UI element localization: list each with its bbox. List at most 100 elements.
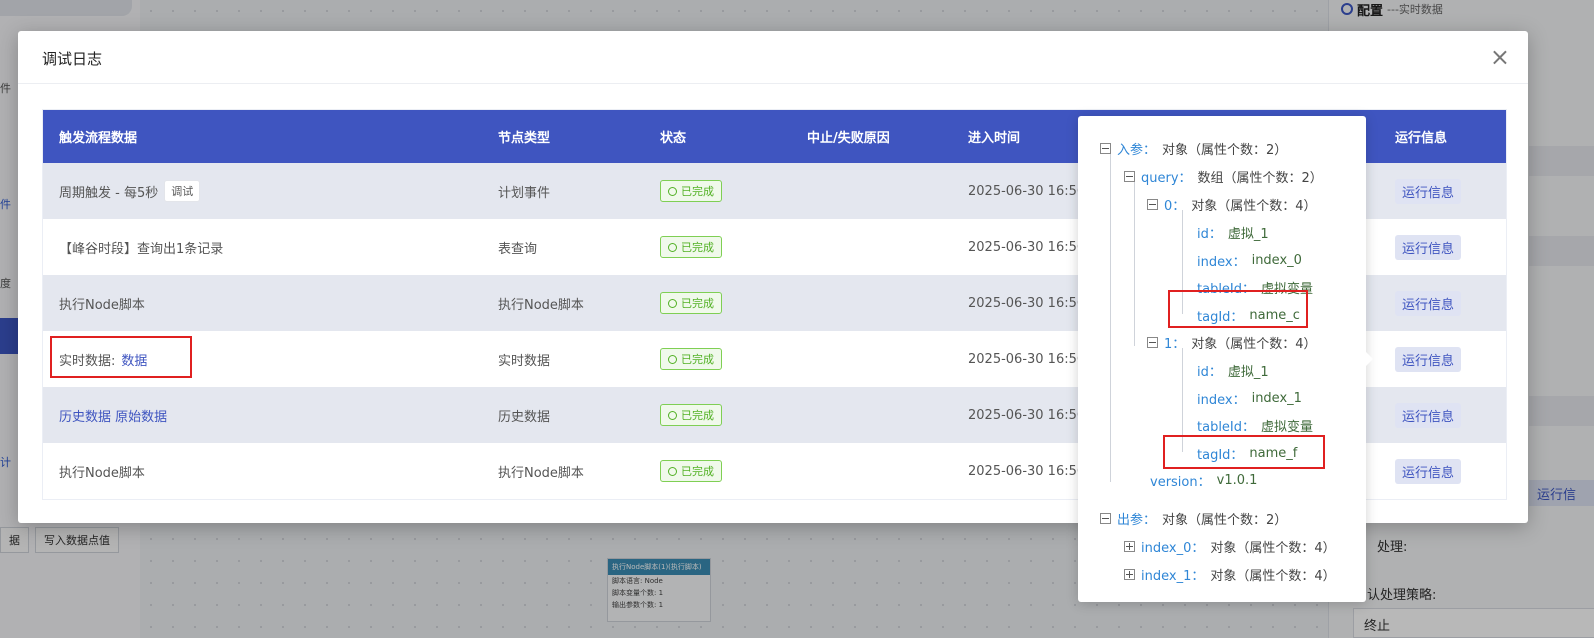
run-info-button[interactable]: 运行信息 [1395,458,1462,484]
tree-key: 出参： [1117,513,1157,528]
tree-key: tableId： [1197,282,1256,297]
col-trigger: 触发流程数据 [59,131,138,146]
node-type-cell: 实时数据 [498,353,551,369]
close-icon[interactable]: × [1490,45,1510,69]
trigger-cell: 周期触发 - 每5秒 调试 [43,180,482,202]
node-type-cell: 表查询 [498,241,538,257]
trigger-cell: 【峰谷时段】查询出1条记录 [59,241,224,257]
run-info-cell: 运行信息 [1379,234,1506,260]
status-cell: 已完成 [644,236,791,258]
tree-summary: 对象（属性个数：4） [1191,199,1317,214]
tree-key: index： [1197,255,1246,270]
node-type-cell: 历史数据 [498,409,551,425]
tree-value: name_c [1249,308,1300,323]
col-node-type: 节点类型 [498,131,551,146]
status-badge: 已完成 [660,292,722,314]
run-info-cell: 运行信息 [1379,402,1506,428]
status-text: 已完成 [681,241,714,254]
tree-node-input[interactable]: 入参： 对象（属性个数：2） [1100,139,1287,158]
trigger-cell: 执行Node脚本 [59,465,145,481]
check-circle-icon [668,186,677,196]
collapse-icon[interactable] [1124,171,1135,182]
node-type-cell: 计划事件 [498,185,551,201]
expand-icon[interactable] [1124,541,1135,552]
expand-icon[interactable] [1124,569,1135,580]
collapse-icon[interactable] [1147,337,1158,348]
trigger-cell: 实时数据: 数据 [43,350,482,369]
tree-leaf: version： v1.0.1 [1150,471,1257,490]
run-info-button[interactable]: 运行信息 [1395,178,1462,204]
run-info-button[interactable]: 运行信息 [1395,290,1462,316]
status-text: 已完成 [681,297,714,310]
run-info-popover: 入参： 对象（属性个数：2） query： 数组（属性个数：2） 0： 对象（属… [1078,116,1373,602]
node-type-cell: 执行Node脚本 [498,465,584,481]
tree-node-query[interactable]: query： 数组（属性个数：2） [1124,167,1323,186]
dialog-header: 调试日志 × [18,31,1528,84]
tree-node-output[interactable]: 出参： 对象（属性个数：2） [1100,509,1287,528]
tree-guide [1182,210,1183,314]
tree-summary: 对象（属性个数：2） [1162,143,1288,158]
tree-key: query： [1141,171,1192,186]
tree-key: id： [1197,227,1222,242]
status-badge: 已完成 [660,460,722,482]
col-status: 状态 [660,131,687,146]
run-info-button[interactable]: 运行信息 [1395,402,1462,428]
tree-key: index： [1197,393,1246,408]
tree-key: 入参： [1117,143,1157,158]
run-info-cell: 运行信息 [1379,290,1506,316]
collapse-icon[interactable] [1100,513,1111,524]
status-text: 已完成 [681,185,714,198]
status-cell: 已完成 [644,460,791,482]
status-cell: 已完成 [644,292,791,314]
tree-value: name_f [1249,446,1298,461]
tree-value: 虚拟变量 [1261,282,1314,297]
status-badge: 已完成 [660,348,722,370]
trigger-data-link[interactable]: 数据 [121,350,147,369]
run-info-cell: 运行信息 [1379,458,1506,484]
tree-summary: 对象（属性个数：2） [1162,513,1288,528]
tree-summary: 对象（属性个数：4） [1210,569,1336,584]
tree-leaf: id： 虚拟_1 [1197,223,1269,242]
tree-summary: 数组（属性个数：2） [1197,171,1323,186]
tree-key: version： [1150,475,1211,490]
tree-node-out-index1[interactable]: index_1： 对象（属性个数：4） [1124,565,1336,584]
tree-leaf: id： 虚拟_1 [1197,361,1269,380]
trigger-text: 周期触发 - 每5秒 [59,185,159,201]
collapse-icon[interactable] [1100,143,1111,154]
status-badge: 已完成 [660,404,722,426]
tree-guide [1134,182,1135,346]
status-text: 已完成 [681,465,714,478]
run-info-button[interactable]: 运行信息 [1395,234,1462,260]
tree-key: tagId： [1197,310,1244,325]
tree-leaf: index： index_1 [1197,389,1302,408]
tree-node-item0[interactable]: 0： 对象（属性个数：4） [1147,195,1317,214]
tree-leaf: index： index_0 [1197,251,1302,270]
tree-key: 1： [1164,337,1186,352]
status-text: 已完成 [681,353,714,366]
tree-value: index_0 [1251,253,1302,268]
trigger-cell: 历史数据 原始数据 [43,406,482,425]
col-reason: 中止/失败原因 [807,131,890,146]
run-info-cell: 运行信息 [1379,178,1506,204]
trigger-cell: 执行Node脚本 [59,297,145,313]
check-circle-icon [668,466,677,476]
status-cell: 已完成 [644,404,791,426]
dialog-title: 调试日志 [42,50,103,68]
tree-node-item1[interactable]: 1： 对象（属性个数：4） [1147,333,1317,352]
debug-tag: 调试 [164,180,201,202]
check-circle-icon [668,298,677,308]
check-circle-icon [668,354,677,364]
tree-value: v1.0.1 [1216,473,1258,488]
run-info-cell: 运行信息 [1379,346,1506,372]
collapse-icon[interactable] [1147,199,1158,210]
trigger-history-link[interactable]: 历史数据 原始数据 [59,406,167,425]
tree-key: tableId： [1197,420,1256,435]
tree-leaf: tagId： name_c [1197,306,1300,325]
tree-leaf: tableId： 虚拟变量 [1197,278,1313,297]
tree-key: tagId： [1197,448,1244,463]
run-info-button[interactable]: 运行信息 [1395,346,1462,372]
status-cell: 已完成 [644,180,791,202]
tree-value: 虚拟变量 [1261,420,1314,435]
tree-node-out-index0[interactable]: index_0： 对象（属性个数：4） [1124,537,1336,556]
node-type-cell: 执行Node脚本 [498,297,584,313]
